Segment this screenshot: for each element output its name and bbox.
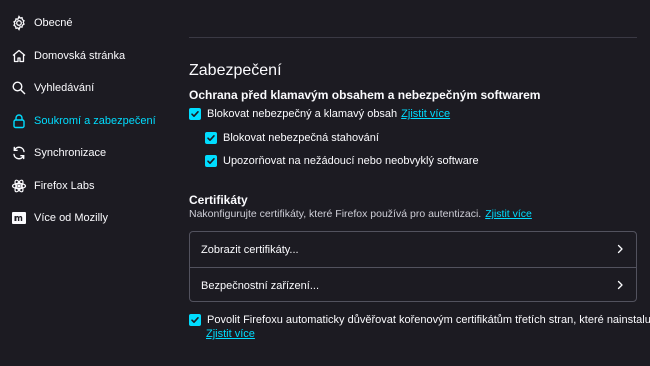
- security-devices-label: Bezpečnostní zařízení...: [201, 279, 320, 292]
- sidebar-item-label: Firefox Labs: [34, 180, 95, 192]
- auto-trust-label[interactable]: Povolit Firefoxu automaticky důvěřovat k…: [207, 314, 650, 326]
- certificates-description: Nakonfigurujte certifikáty, které Firefo…: [189, 208, 482, 220]
- certificates-learn-more-link[interactable]: Zjistit více: [485, 208, 532, 220]
- block-dangerous-label[interactable]: Blokovat nebezpečný a klamavý obsah: [207, 108, 397, 120]
- block-downloads-label[interactable]: Blokovat nebezpečná stahování: [223, 132, 379, 144]
- sidebar-item-search[interactable]: Vyhledávání: [10, 77, 170, 99]
- sidebar-item-label: Domovská stránka: [34, 50, 126, 62]
- home-icon: [10, 47, 28, 65]
- sidebar-item-home[interactable]: Domovská stránka: [10, 45, 170, 67]
- sidebar-item-sync[interactable]: Synchronizace: [10, 142, 170, 164]
- sidebar-item-label: Soukromí a zabezpečení: [34, 115, 156, 127]
- view-certificates-button[interactable]: Zobrazit certifikáty...: [190, 232, 636, 267]
- view-certificates-label: Zobrazit certifikáty...: [201, 243, 299, 256]
- security-subheading: Ochrana před klamavým obsahem a nebezpeč…: [189, 88, 541, 102]
- sidebar-item-mozilla[interactable]: Více od Mozilly: [10, 207, 170, 229]
- chevron-right-icon: [617, 280, 623, 290]
- sidebar-item-label: Vyhledávání: [34, 82, 95, 94]
- auto-trust-learn-more-link[interactable]: Zjistit více: [206, 328, 255, 340]
- sidebar: Obecné Domovská stránka Vyhledávání Souk…: [0, 0, 170, 366]
- certificates-heading: Certifikáty: [189, 193, 248, 207]
- block-downloads-checkbox[interactable]: [205, 132, 217, 144]
- sync-icon: [10, 144, 28, 162]
- gear-icon: [10, 14, 28, 32]
- auto-trust-checkbox[interactable]: [189, 314, 201, 326]
- search-icon: [10, 79, 28, 97]
- sidebar-item-label: Synchronizace: [34, 147, 107, 159]
- sidebar-item-label: Více od Mozilly: [34, 212, 108, 224]
- certificates-description-row: Nakonfigurujte certifikáty, které Firefo…: [189, 208, 532, 220]
- warn-unwanted-label[interactable]: Upozorňovat na nežádoucí nebo neobvyklý …: [223, 155, 479, 167]
- main-content: Zabezpečení Ochrana před klamavým obsahe…: [189, 0, 650, 366]
- warn-unwanted-option: Upozorňovat na nežádoucí nebo neobvyklý …: [205, 155, 479, 167]
- mozilla-m-icon: [10, 209, 28, 227]
- labs-icon: [10, 177, 28, 195]
- sidebar-item-general[interactable]: Obecné: [10, 12, 170, 34]
- security-heading: Zabezpečení: [189, 62, 282, 79]
- warn-unwanted-checkbox[interactable]: [205, 155, 217, 167]
- block-dangerous-checkbox[interactable]: [189, 108, 201, 120]
- auto-trust-option: Povolit Firefoxu automaticky důvěřovat k…: [189, 314, 650, 326]
- sidebar-item-labs[interactable]: Firefox Labs: [10, 175, 170, 197]
- security-devices-button[interactable]: Bezpečnostní zařízení...: [190, 268, 636, 303]
- sidebar-item-label: Obecné: [34, 17, 73, 29]
- block-dangerous-option: Blokovat nebezpečný a klamavý obsah Zjis…: [189, 108, 450, 120]
- chevron-right-icon: [617, 244, 623, 254]
- block-downloads-option: Blokovat nebezpečná stahování: [205, 132, 379, 144]
- certificates-box: Zobrazit certifikáty... Bezpečnostní zař…: [189, 231, 637, 302]
- section-divider: [189, 37, 637, 38]
- learn-more-link[interactable]: Zjistit více: [401, 108, 450, 120]
- lock-icon: [10, 112, 28, 130]
- sidebar-item-privacy[interactable]: Soukromí a zabezpečení: [10, 110, 170, 132]
